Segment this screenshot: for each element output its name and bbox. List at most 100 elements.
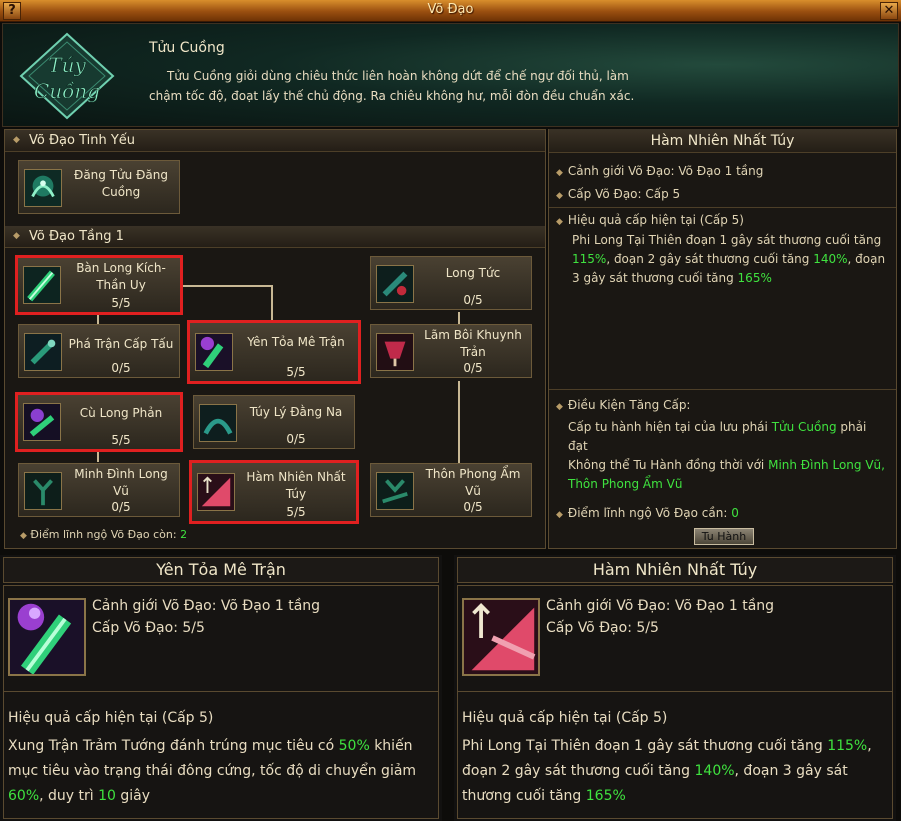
skill-level: 0/5: [463, 500, 483, 514]
skill-node-thon-phong[interactable]: Thôn Phong Ẩm Vũ 0/5: [370, 463, 532, 517]
skill-level: 5/5: [286, 365, 306, 379]
divider: [549, 389, 896, 390]
info-level-text: Cấp Võ Đạo: Cấp 5: [567, 187, 681, 201]
svg-text:Cuồng: Cuồng: [34, 79, 100, 103]
bullet-icon: ◆: [556, 217, 563, 227]
dragon-breath-icon: [376, 265, 414, 303]
info-realm: ◆ Cảnh giới Võ Đạo: Võ Đạo 1 tầng: [556, 164, 763, 178]
bullet-icon: ◆: [556, 510, 563, 520]
skill-name: Yên Tỏa Mê Trận: [247, 335, 345, 349]
skill-level: 5/5: [111, 433, 131, 447]
skill-node-yen-toa[interactable]: Yên Tỏa Mê Trận 5/5: [187, 320, 361, 384]
tooltip-title: Yên Tỏa Mê Trận: [3, 557, 439, 583]
school-header: Túy Cuồng Tửu Cuồng Tửu Cuồng giỏi dùng …: [2, 23, 899, 127]
trident-fan-icon: [462, 598, 540, 676]
info-required-points-value: 0: [731, 506, 739, 520]
info-title: Hàm Nhiên Nhất Túy: [549, 129, 896, 153]
effect-text: Xung Trận Trảm Tướng đánh trúng mục tiêu…: [8, 738, 339, 754]
skill-node-cu-long[interactable]: Cù Long Phản 5/5: [15, 392, 183, 452]
bullet-icon: ◆: [13, 135, 20, 145]
skill-node-tuy-ly[interactable]: Túy Lý Đằng Na 0/5: [193, 395, 355, 449]
train-button[interactable]: Tu Hành: [694, 528, 754, 545]
tree-connector: [271, 285, 273, 322]
tooltip-effect-text: Phi Long Tại Thiên đoạn 1 gây sát thương…: [462, 734, 886, 809]
bullet-icon: ◆: [556, 168, 563, 178]
skill-node-minh-dinh[interactable]: Minh Đình Long Vũ 0/5: [18, 463, 180, 517]
section-core-header: ◆ Võ Đạo Tinh Yếu: [5, 130, 545, 152]
effect-text: giây: [115, 788, 151, 804]
tooltip-title: Hàm Nhiên Nhất Túy: [457, 557, 893, 583]
skill-name: Bàn Long Kích-Thần Uy: [76, 261, 166, 292]
condition-text: Không thể Tu Hành đồng thời với: [568, 458, 769, 472]
skill-level: 0/5: [286, 432, 306, 446]
tooltip-level: Cấp Võ Đạo: 5/5: [92, 620, 205, 636]
tooltip-right: Hàm Nhiên Nhất Túy Cảnh giới Võ Đạo: Võ …: [454, 555, 896, 821]
effect-value: 115%: [572, 252, 607, 266]
effect-value: 50%: [338, 738, 370, 754]
school-description: Tửu Cuồng giỏi dùng chiêu thức liên hoàn…: [149, 69, 635, 103]
effect-value: 60%: [8, 788, 40, 804]
info-condition-header: ◆ Điều Kiện Tăng Cấp:: [556, 398, 690, 412]
skill-name: Thôn Phong Ẩm Vũ: [425, 467, 521, 498]
tooltip-effect-box: Hiệu quả cấp hiện tại (Cấp 5) Phi Long T…: [457, 691, 893, 819]
effect-value: 165%: [585, 788, 626, 804]
divider: [549, 207, 896, 208]
wine-dragon-icon: [24, 169, 62, 207]
bullet-icon: ◆: [20, 531, 27, 541]
condition-text: Cấp tu hành hiện tại của lưu phái: [568, 420, 772, 434]
info-effect-header: ◆ Hiệu quả cấp hiện tại (Cấp 5): [556, 213, 744, 227]
tooltip-effect-header: Hiệu quả cấp hiện tại (Cấp 5): [462, 710, 668, 726]
info-required-points-label: Điểm lĩnh ngộ Võ Đạo cần:: [567, 506, 728, 520]
tooltip-realm: Cảnh giới Võ Đạo: Võ Đạo 1 tầng: [92, 598, 321, 614]
skill-level: 5/5: [286, 505, 306, 519]
effect-text: Phi Long Tại Thiên đoạn 1 gây sát thương…: [462, 738, 828, 754]
skill-name: Túy Lý Đằng Na: [249, 405, 343, 419]
spear-thrust-icon: [24, 333, 62, 371]
skill-name: Minh Đình Long Vũ: [74, 467, 168, 498]
core-skill[interactable]: Đăng Tửu Đăng Cuồng: [18, 160, 180, 214]
effect-text: , duy trì: [39, 788, 99, 804]
tree-connector: [180, 285, 272, 287]
smoke-staff-icon: [8, 598, 86, 676]
smoke-staff-icon: [195, 333, 233, 371]
skill-node-pha-tran[interactable]: Phá Trận Cấp Tấu 0/5: [18, 324, 180, 378]
trident-fan-icon: [197, 473, 235, 511]
drunk-dodge-icon: [199, 404, 237, 442]
tree-connector: [458, 381, 460, 463]
school-name: Tửu Cuồng: [149, 40, 225, 56]
skill-node-long-tuc[interactable]: Long Tức 0/5: [370, 256, 532, 310]
skill-name: Phá Trận Cấp Tấu: [68, 337, 174, 351]
remaining-points-label: Điểm lĩnh ngộ Võ Đạo còn:: [30, 528, 177, 541]
effect-value: 140%: [813, 252, 848, 266]
skill-level: 0/5: [463, 361, 483, 375]
effect-text: Phi Long Tại Thiên đoạn 1 gây sát thương…: [572, 233, 882, 247]
skill-node-lam-boi[interactable]: Lãm Bôi Khuynh Trản 0/5: [370, 324, 532, 378]
info-realm-text: Cảnh giới Võ Đạo: Võ Đạo 1 tầng: [567, 164, 764, 178]
skill-level: 0/5: [111, 361, 131, 375]
svg-text:Túy: Túy: [48, 53, 86, 77]
info-condition-header-text: Điều Kiện Tăng Cấp:: [567, 398, 691, 412]
section-core-label: Võ Đạo Tinh Yếu: [29, 133, 136, 148]
tooltip-effect-box: Hiệu quả cấp hiện tại (Cấp 5) Xung Trận …: [3, 691, 439, 819]
bullet-icon: ◆: [13, 231, 20, 241]
effect-text: , đoạn 2 gây sát thương cuối tăng: [606, 252, 814, 266]
info-level: ◆ Cấp Võ Đạo: Cấp 5: [556, 187, 680, 201]
effect-value: 115%: [827, 738, 868, 754]
tooltip-effect-text: Xung Trận Trảm Tướng đánh trúng mục tiêu…: [8, 734, 432, 809]
skill-node-ban-long[interactable]: Bàn Long Kích-Thần Uy 5/5: [15, 255, 183, 315]
info-effect-header-text: Hiệu quả cấp hiện tại (Cấp 5): [567, 213, 744, 227]
close-button[interactable]: ✕: [880, 2, 898, 20]
info-required-points: ◆ Điểm lĩnh ngộ Võ Đạo cần: 0: [556, 506, 739, 520]
wind-swallow-icon: [376, 472, 414, 510]
tooltip-realm: Cảnh giới Võ Đạo: Võ Đạo 1 tầng: [546, 598, 775, 614]
skill-name: Long Tức: [445, 266, 501, 280]
skill-name: Hàm Nhiên Nhất Túy: [246, 470, 346, 501]
dragon-spear-icon: [23, 266, 61, 304]
info-effect-text: Phi Long Tại Thiên đoạn 1 gây sát thương…: [572, 231, 890, 288]
skill-node-ham-nhien[interactable]: Hàm Nhiên Nhất Túy 5/5: [189, 460, 359, 524]
info-condition-text: Cấp tu hành hiện tại của lưu phái Tửu Cu…: [568, 418, 886, 494]
condition-skill: Thôn Phong Ẩm Vũ: [568, 477, 683, 491]
coiled-dragon-icon: [23, 403, 61, 441]
tooltip-level: Cấp Võ Đạo: 5/5: [546, 620, 659, 636]
remaining-points-value: 2: [180, 528, 188, 541]
